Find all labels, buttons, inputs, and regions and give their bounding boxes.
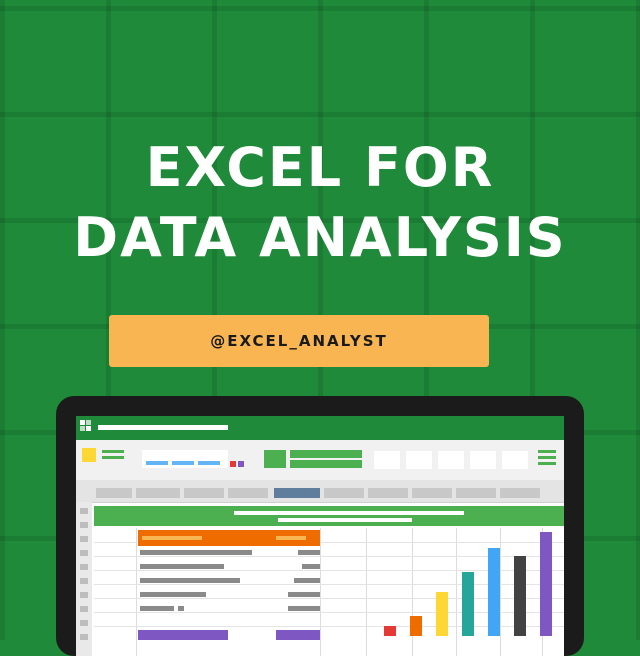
row-headers [76, 502, 92, 656]
handle-badge: @EXCEL_ANALYST [109, 315, 489, 367]
spreadsheet-screen [76, 416, 564, 656]
headline-line-2: DATA ANALYSIS [73, 206, 567, 269]
handle-text: @EXCEL_ANALYST [210, 332, 388, 350]
chart-bar [514, 556, 526, 636]
chart-bar [462, 572, 474, 636]
spreadsheet-logo-icon [80, 420, 92, 432]
app-titlebar [76, 416, 564, 440]
titlebar-placeholder [98, 425, 228, 430]
column-headers [76, 480, 564, 503]
chart-bar [540, 532, 552, 636]
laptop-illustration [56, 396, 584, 656]
chart-bar [488, 548, 500, 636]
headline-line-1: EXCEL FOR [145, 136, 495, 199]
chart-bar [410, 616, 422, 636]
ribbon [76, 440, 564, 480]
sheet-title-banner [94, 506, 564, 526]
paste-icon [82, 448, 96, 462]
chart-bar [436, 592, 448, 636]
bar-chart-illustration [376, 526, 562, 636]
chart-bar [384, 626, 396, 636]
